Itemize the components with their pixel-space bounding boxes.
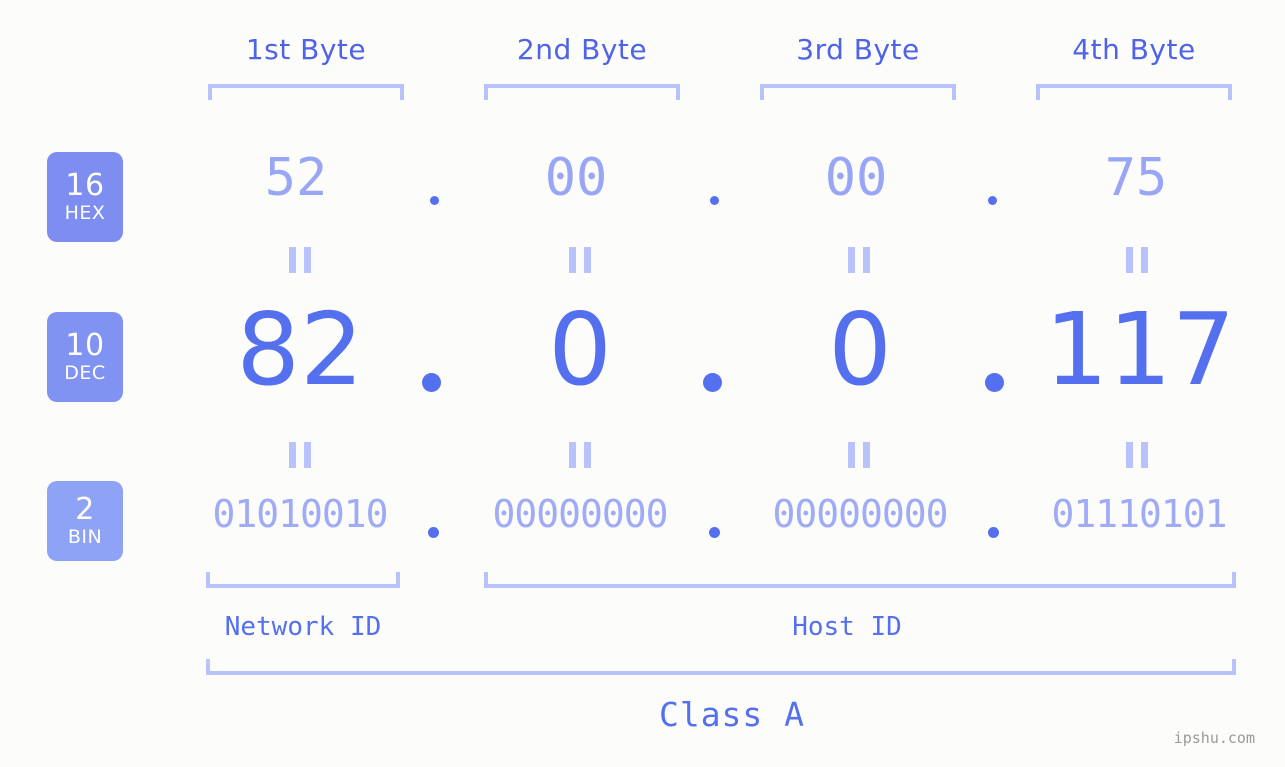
byte-bracket-top-4 — [1036, 84, 1232, 100]
base-badge-bin-name: BIN — [67, 526, 103, 548]
dec-value-byte-1: 82 — [236, 291, 364, 408]
host-id-bracket — [484, 572, 1236, 588]
hex-separator-dot-2 — [710, 196, 719, 205]
hex-value-byte-3: 00 — [824, 148, 888, 208]
byte-bracket-top-1 — [208, 84, 404, 100]
hex-value-byte-4: 75 — [1104, 148, 1168, 208]
network-id-label: Network ID — [224, 612, 382, 642]
base-badge-dec-number: 10 — [65, 328, 105, 363]
hex-value-byte-2: 00 — [544, 148, 608, 208]
class-label: Class A — [658, 695, 806, 734]
bin-value-byte-2: 00000000 — [492, 492, 668, 536]
equals-icon-hexdec-4 — [1126, 247, 1148, 273]
equals-icon-decbin-1 — [289, 442, 311, 468]
equals-icon-hexdec-1 — [289, 247, 311, 273]
dec-separator-dot-2 — [703, 373, 722, 392]
dec-value-byte-4: 117 — [1044, 291, 1236, 408]
byte-bracket-top-2 — [484, 84, 680, 100]
dec-value-byte-2: 0 — [548, 291, 612, 408]
hex-separator-dot-1 — [430, 196, 439, 205]
dec-value-byte-3: 0 — [828, 291, 892, 408]
bin-separator-dot-1 — [428, 527, 439, 538]
dec-separator-dot-1 — [422, 373, 441, 392]
class-bracket — [206, 659, 1236, 675]
bin-value-byte-3: 00000000 — [772, 492, 948, 536]
byte-header-label-2: 2nd Byte — [516, 33, 648, 66]
equals-icon-decbin-2 — [569, 442, 591, 468]
byte-header-label-1: 1st Byte — [245, 33, 367, 66]
base-badge-hex-number: 16 — [65, 168, 105, 203]
equals-icon-decbin-3 — [848, 442, 870, 468]
equals-icon-hexdec-3 — [848, 247, 870, 273]
equals-icon-hexdec-2 — [569, 247, 591, 273]
site-watermark: ipshu.com — [1173, 729, 1255, 747]
hex-value-byte-1: 52 — [264, 148, 328, 208]
equals-icon-decbin-4 — [1126, 442, 1148, 468]
base-badge-hex-name: HEX — [64, 202, 106, 224]
byte-header-label-3: 3rd Byte — [796, 33, 920, 66]
bin-separator-dot-3 — [988, 527, 999, 538]
network-id-bracket — [206, 572, 400, 588]
byte-bracket-top-3 — [760, 84, 956, 100]
bin-separator-dot-2 — [709, 527, 720, 538]
base-badge-dec-name: DEC — [64, 362, 106, 384]
host-id-label: Host ID — [792, 612, 902, 642]
base-badge-dec: 10 DEC — [47, 312, 123, 402]
bin-value-byte-1: 01010010 — [212, 492, 388, 536]
base-badge-hex: 16 HEX — [47, 152, 123, 242]
byte-header-label-4: 4th Byte — [1072, 33, 1196, 66]
base-badge-bin: 2 BIN — [47, 481, 123, 561]
dec-separator-dot-3 — [985, 373, 1004, 392]
ip-address-diagram: 1st Byte 2nd Byte 3rd Byte 4th Byte 16 H… — [0, 0, 1285, 767]
bin-value-byte-4: 01110101 — [1051, 492, 1227, 536]
hex-separator-dot-3 — [988, 196, 997, 205]
base-badge-bin-number: 2 — [75, 492, 95, 527]
